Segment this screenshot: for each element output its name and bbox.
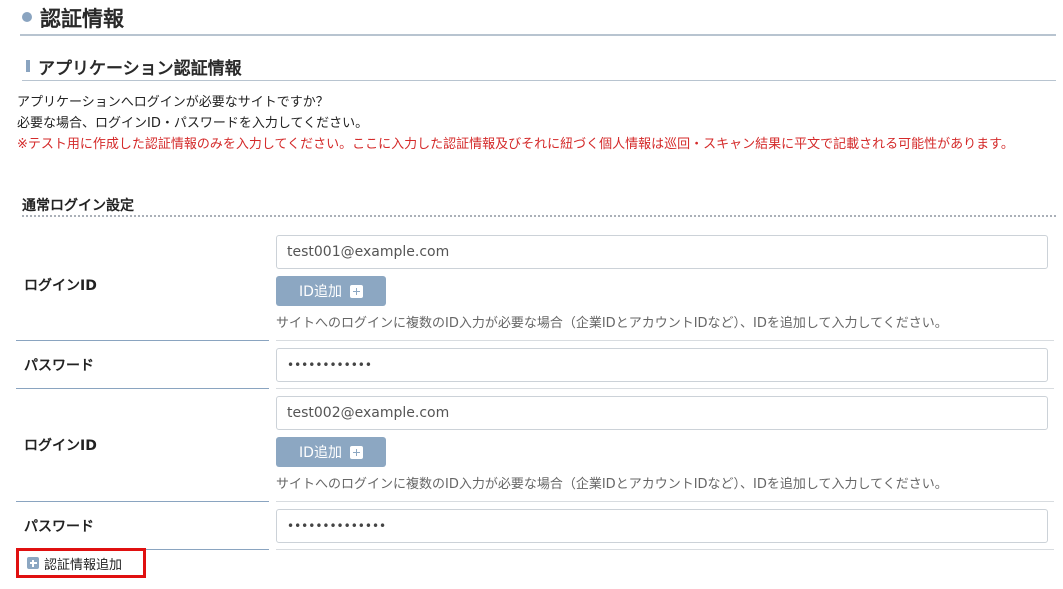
password-value: •••••••••••••• xyxy=(287,519,387,533)
subsection-header: アプリケーション認証情報 xyxy=(22,54,1056,81)
warning-text: ※テスト用に作成した認証情報のみを入力してください。ここに入力した認証情報及びそ… xyxy=(17,137,1014,152)
password-value: •••••••••••• xyxy=(287,358,372,372)
login-id-label: ログインID xyxy=(24,278,97,294)
auth-settings-page: 認証情報 アプリケーション認証情報 アプリケーションへログインが必要なサイトです… xyxy=(0,0,1063,589)
group-title: 通常ログイン設定 xyxy=(22,195,1056,217)
login-id-label: ログインID xyxy=(24,438,97,454)
subsection-title: アプリケーション認証情報 xyxy=(38,59,242,79)
login-id-value: test001@example.com xyxy=(287,244,450,260)
bullet-dot-icon xyxy=(22,12,32,22)
divider xyxy=(276,549,1054,550)
id-add-button[interactable]: ID追加 xyxy=(276,437,386,467)
group-title-label: 通常ログイン設定 xyxy=(22,198,134,214)
plus-icon xyxy=(349,445,363,459)
section-title: 認証情報 xyxy=(40,7,124,31)
divider xyxy=(276,388,1054,389)
add-auth-button[interactable]: 認証情報追加 xyxy=(16,548,146,578)
plus-icon xyxy=(27,557,39,569)
add-auth-label: 認証情報追加 xyxy=(44,557,123,573)
id-add-hint: サイトへのログインに複数のID入力が必要な場合（企業IDとアカウントIDなど）、… xyxy=(276,477,948,492)
password-label: パスワード xyxy=(24,357,94,374)
password-input[interactable]: •••••••••••••• xyxy=(276,509,1048,543)
divider xyxy=(276,501,1054,502)
description-line-2: 必要な場合、ログインID・パスワードを入力してください。 xyxy=(17,116,369,131)
login-id-input[interactable]: test001@example.com xyxy=(276,235,1048,269)
login-id-value: test002@example.com xyxy=(287,405,450,421)
id-add-button[interactable]: ID追加 xyxy=(276,276,386,306)
description-line-1: アプリケーションへログインが必要なサイトですか？ xyxy=(17,95,329,110)
password-input[interactable]: •••••••••••• xyxy=(276,348,1048,382)
id-add-label: ID追加 xyxy=(299,284,342,300)
bullet-bar-icon xyxy=(26,60,30,72)
id-add-label: ID追加 xyxy=(299,445,342,461)
divider xyxy=(276,340,1054,341)
id-add-hint: サイトへのログインに複数のID入力が必要な場合（企業IDとアカウントIDなど）、… xyxy=(276,316,948,331)
password-label: パスワード xyxy=(24,518,94,535)
login-id-input[interactable]: test002@example.com xyxy=(276,396,1048,430)
plus-icon xyxy=(349,284,363,298)
section-header: 認証情報 xyxy=(20,0,1056,36)
